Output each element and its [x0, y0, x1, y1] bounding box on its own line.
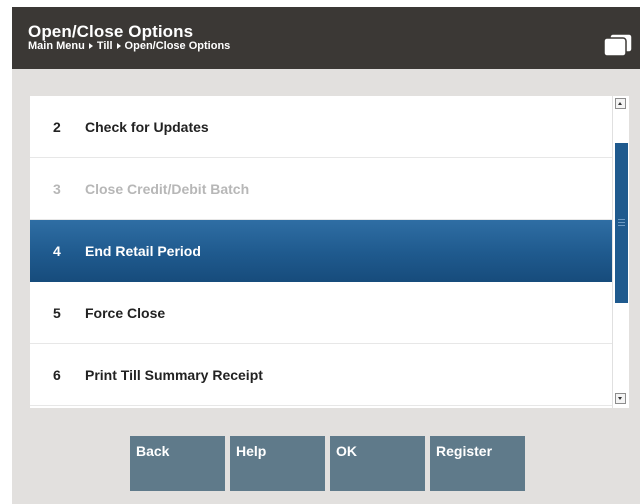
option-label: Check for Updates	[85, 119, 209, 135]
options-list: 2 Check for Updates 3 Close Credit/Debit…	[30, 96, 612, 408]
scroll-up-button[interactable]	[615, 98, 626, 109]
option-number: 5	[53, 305, 61, 321]
option-number: 3	[53, 181, 61, 197]
content-area: 2 Check for Updates 3 Close Credit/Debit…	[12, 69, 640, 504]
option-label: Force Close	[85, 305, 166, 321]
option-label: Print Till Summary Receipt	[85, 367, 263, 383]
grip-line	[618, 225, 625, 226]
list-item-print-till-summary-receipt[interactable]: 6 Print Till Summary Receipt	[30, 344, 612, 406]
app-window: Open/Close Options Main Menu Till Open/C…	[0, 0, 640, 504]
option-number: 4	[53, 243, 61, 259]
breadcrumb-item-current: Open/Close Options	[124, 40, 231, 52]
header-bar: Open/Close Options Main Menu Till Open/C…	[12, 7, 640, 69]
option-label: Close Credit/Debit Batch	[85, 181, 250, 197]
arrow-up-icon	[618, 102, 622, 105]
list-scrollbar[interactable]	[612, 96, 629, 408]
ok-button[interactable]: OK	[330, 436, 425, 491]
arrow-down-icon	[618, 397, 622, 400]
breadcrumb-item-till[interactable]: Till	[97, 40, 113, 52]
list-item-end-retail-period[interactable]: 4 End Retail Period	[30, 220, 612, 282]
back-button[interactable]: Back	[130, 436, 225, 491]
grip-line	[618, 219, 625, 220]
breadcrumb: Main Menu Till Open/Close Options	[28, 40, 230, 52]
scroll-down-button[interactable]	[615, 393, 626, 404]
list-item-check-for-updates[interactable]: 2 Check for Updates	[30, 96, 612, 158]
help-button[interactable]: Help	[230, 436, 325, 491]
breadcrumb-item-main-menu[interactable]: Main Menu	[28, 40, 85, 52]
breadcrumb-separator-icon	[116, 43, 121, 49]
option-number: 2	[53, 119, 61, 135]
option-number: 6	[53, 367, 61, 383]
scrollbar-thumb[interactable]	[615, 143, 628, 303]
breadcrumb-separator-icon	[88, 43, 93, 49]
option-label: End Retail Period	[85, 243, 201, 259]
list-item-close-credit-debit-batch: 3 Close Credit/Debit Batch	[30, 158, 612, 220]
page-title: Open/Close Options	[28, 22, 194, 41]
windows-icon[interactable]	[603, 33, 633, 57]
register-button[interactable]: Register	[430, 436, 525, 491]
list-item-force-close[interactable]: 5 Force Close	[30, 282, 612, 344]
grip-line	[618, 222, 625, 223]
